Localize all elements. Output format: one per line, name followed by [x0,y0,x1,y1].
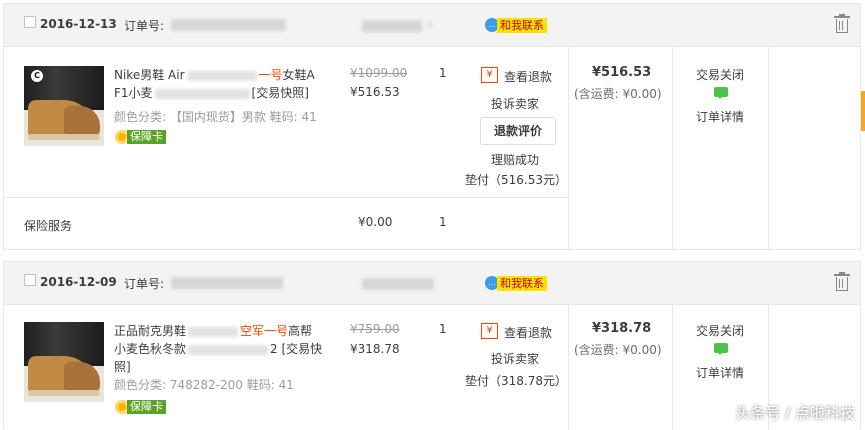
trash-icon[interactable] [834,14,850,33]
contact-seller-button[interactable]: ... 和我联系 [485,17,547,33]
order-status: 交易关闭 [696,68,745,82]
advance-payment: 垫付（318.78元） [465,374,567,388]
chat-icon[interactable] [714,87,728,99]
unit-price: ¥516.53 [350,85,400,99]
unit-price: ¥318.78 [350,342,400,356]
order-checkbox[interactable] [24,274,36,286]
complain-seller-link[interactable]: 投诉卖家 [491,350,539,367]
product-thumbnail[interactable]: C [24,66,104,146]
order-total: ¥516.53 [592,65,652,80]
order-number-redacted [171,19,286,31]
order-number-redacted [171,277,283,289]
yen-icon: ¥ [481,67,498,83]
contact-seller-button[interactable]: ... 和我联系 [485,275,547,291]
order-status: 交易关闭 [696,324,745,338]
seller-name-redacted [362,278,434,290]
original-price: ¥759.00 [350,322,400,336]
order-detail-link[interactable]: 订单详情 [696,364,744,381]
shop-logo-icon: C [31,70,43,82]
complain-seller-link[interactable]: 投诉卖家 [491,95,539,112]
quantity: 1 [439,66,447,80]
chat-icon[interactable] [714,343,728,355]
order-detail-link[interactable]: 订单详情 [696,108,744,125]
view-refund-link[interactable]: 查看退款 [504,68,552,85]
insurance-price: ¥0.00 [358,215,393,229]
order-date: 2016-12-09 [40,275,117,289]
trash-icon[interactable] [834,272,850,291]
product-title-link[interactable]: Nike男鞋 Air 一号女鞋A F1小麦 [交易快照] [114,66,340,102]
original-price: ¥1099.00 [350,66,408,80]
shipping-fee: (含运费: ¥0.00) [574,343,662,357]
order-number-label: 订单号: [124,19,165,33]
shipping-fee: (含运费: ¥0.00) [574,87,662,101]
order-checkbox[interactable] [24,16,36,28]
guarantee-card-badge[interactable]: 保障卡 [115,400,166,414]
seller-dot-redacted [427,22,433,28]
product-thumbnail[interactable] [24,322,104,402]
product-attributes: 颜色分类: 【国内现货】男款 鞋码: 41 [114,110,317,124]
yen-icon: ¥ [481,323,498,339]
order-header: 2016-12-09 订单号: ... 和我联系 [4,262,860,305]
seller-name-redacted [362,20,422,32]
claim-status: 理赔成功 [491,153,540,167]
insurance-quantity: 1 [439,215,447,229]
quantity: 1 [439,322,447,336]
order-header: 2016-12-13 订单号: ... 和我联系 [4,4,860,47]
order-total: ¥318.78 [592,321,652,336]
scroll-accent-tab[interactable] [861,91,865,131]
order-number-label: 订单号: [124,277,165,291]
order-date: 2016-12-13 [40,17,117,31]
guarantee-card-badge[interactable]: 保障卡 [115,130,166,144]
view-refund-link[interactable]: 查看退款 [504,324,552,341]
order-card: 2016-12-13 订单号: ... 和我联系 C Nike男鞋 Air 一号女… [3,3,861,250]
advance-payment: 垫付（516.53元） [465,173,567,187]
product-attributes: 颜色分类: 748282-200 鞋码: 41 [114,378,294,392]
order-card: 2016-12-09 订单号: ... 和我联系 正品耐克男鞋 空军一号高帮 小麦… [3,261,861,430]
insurance-label: 保险服务 [24,219,73,233]
watermark-text: 头条号 / 点啦科技 [735,404,855,422]
refund-review-button[interactable]: 退款评价 [480,117,556,145]
product-title-link[interactable]: 正品耐克男鞋 空军一号高帮 小麦色秋冬款 2 [交易快 照] [114,322,340,376]
